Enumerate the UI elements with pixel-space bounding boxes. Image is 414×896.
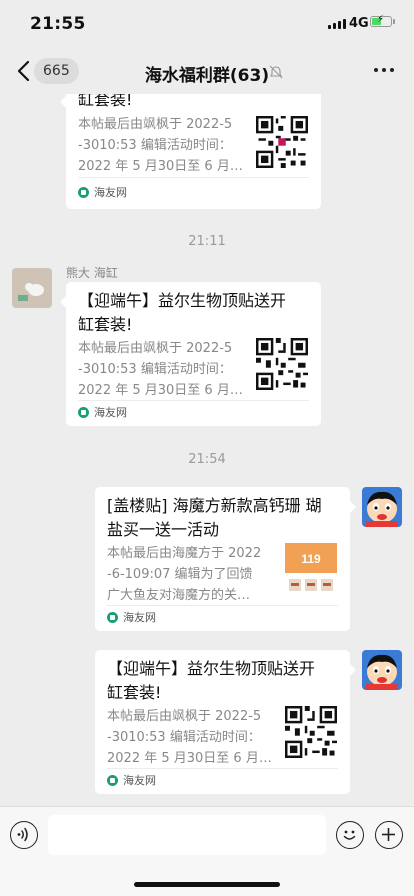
timestamp: 21:11 — [188, 234, 226, 249]
product-price-text: 119 — [301, 552, 321, 566]
avatar-photo — [12, 268, 52, 308]
voice-icon — [17, 827, 28, 842]
source-logo-icon — [107, 774, 118, 786]
card-desc-line: -6-109:07 编辑为了回馈 — [107, 567, 253, 582]
qr-code-thumbnail — [256, 338, 308, 390]
link-card-message[interactable]: 【迎端午】益尔生物顶贴送开 缸套装! 本帖最后由飒枫于 2022-5 -3010… — [95, 650, 356, 794]
card-divider — [107, 605, 338, 606]
product-thumbnail: 119 — [285, 543, 337, 595]
my-avatar[interactable] — [362, 487, 402, 527]
card-title: 缸套装! — [78, 94, 133, 109]
source-logo-icon — [78, 186, 89, 198]
card-desc-line: 本帖最后由飒枫于 2022-5 — [78, 117, 233, 132]
timestamp: 21:54 — [188, 452, 226, 467]
card-source: 海友网 — [78, 184, 127, 200]
source-logo-icon — [78, 406, 89, 418]
card-desc-line: -3010:53 编辑活动时间： — [107, 730, 261, 745]
source-logo-icon — [107, 611, 118, 623]
battery-tip — [393, 19, 395, 24]
card-desc-line: 本帖最后由飒枫于 2022-5 — [78, 341, 233, 356]
card-desc-line: -3010:53 编辑活动时间： — [78, 362, 232, 377]
message-input[interactable] — [48, 815, 326, 855]
emoji-button[interactable] — [336, 821, 364, 849]
card-desc-line: -3010:53 编辑活动时间： — [78, 138, 232, 153]
source-name: 海友网 — [94, 186, 127, 199]
smiley-icon — [343, 830, 356, 840]
card-title: 缸套装! — [107, 683, 162, 702]
home-indicator — [134, 882, 280, 887]
sender-name: 熊大 海缸 — [66, 266, 118, 280]
status-bar: 21:55 4G ⚡ — [0, 0, 414, 48]
qr-code-thumbnail — [256, 116, 308, 168]
cartoon-avatar-image — [362, 487, 402, 527]
card-divider — [78, 400, 309, 401]
card-desc-line: 本帖最后由海魔方于 2022 — [107, 546, 262, 561]
card-source: 海友网 — [78, 404, 127, 420]
my-avatar[interactable] — [362, 650, 402, 690]
plus-icon — [382, 828, 395, 841]
mute-bell-icon — [269, 65, 283, 79]
link-card-message[interactable]: 【迎端午】益尔生物顶贴送开 缸套装! 本帖最后由飒枫于 2022-5 -3010… — [60, 282, 321, 426]
source-name: 海友网 — [94, 406, 127, 419]
card-divider — [107, 768, 338, 769]
card-desc-line: 本帖最后由飒枫于 2022-5 — [107, 709, 262, 724]
card-title: [盖楼贴] 海魔方新款高钙珊 瑚 — [107, 496, 322, 515]
sender-avatar[interactable] — [12, 268, 52, 308]
card-desc-line: 广大鱼友对海魔方的关… — [107, 588, 251, 603]
link-card-message[interactable]: [盖楼贴] 海魔方新款高钙珊 瑚 盐买一送一活动 本帖最后由海魔方于 2022 … — [95, 487, 356, 631]
card-desc-line: 2022 年 5 月30日至 6 月… — [78, 159, 243, 174]
card-title: 【迎端午】益尔生物顶贴送开 — [78, 291, 287, 310]
battery-icon: ⚡ — [370, 14, 392, 27]
source-name: 海友网 — [123, 774, 156, 787]
card-title: 【迎端午】益尔生物顶贴送开 — [107, 659, 316, 678]
card-desc-line: 2022 年 5 月30日至 6 月… — [107, 751, 272, 766]
voice-input-button[interactable] — [10, 821, 38, 849]
card-divider — [78, 177, 309, 178]
chat-area: 缸套装! 本帖最后由飒枫于 2022-5 -3010:53 编辑活动时间： 20… — [0, 94, 414, 806]
link-card-message[interactable]: 缸套装! 本帖最后由飒枫于 2022-5 -3010:53 编辑活动时间： 20… — [60, 94, 321, 209]
signal-icon — [328, 19, 346, 29]
cartoon-avatar-image — [362, 650, 402, 690]
card-desc-line: 2022 年 5 月30日至 6 月… — [78, 383, 243, 398]
status-time: 21:55 — [30, 14, 86, 34]
card-source: 海友网 — [107, 609, 156, 625]
card-title: 盐买一送一活动 — [107, 520, 220, 539]
network-type: 4G — [349, 16, 369, 31]
more-options-icon[interactable] — [374, 68, 394, 72]
card-title: 缸套装! — [78, 315, 133, 334]
source-name: 海友网 — [123, 611, 156, 624]
card-source: 海友网 — [107, 772, 156, 788]
chat-title: 海水福利群(63) — [144, 66, 270, 86]
qr-code-thumbnail — [285, 706, 337, 758]
more-actions-button[interactable] — [375, 821, 403, 849]
